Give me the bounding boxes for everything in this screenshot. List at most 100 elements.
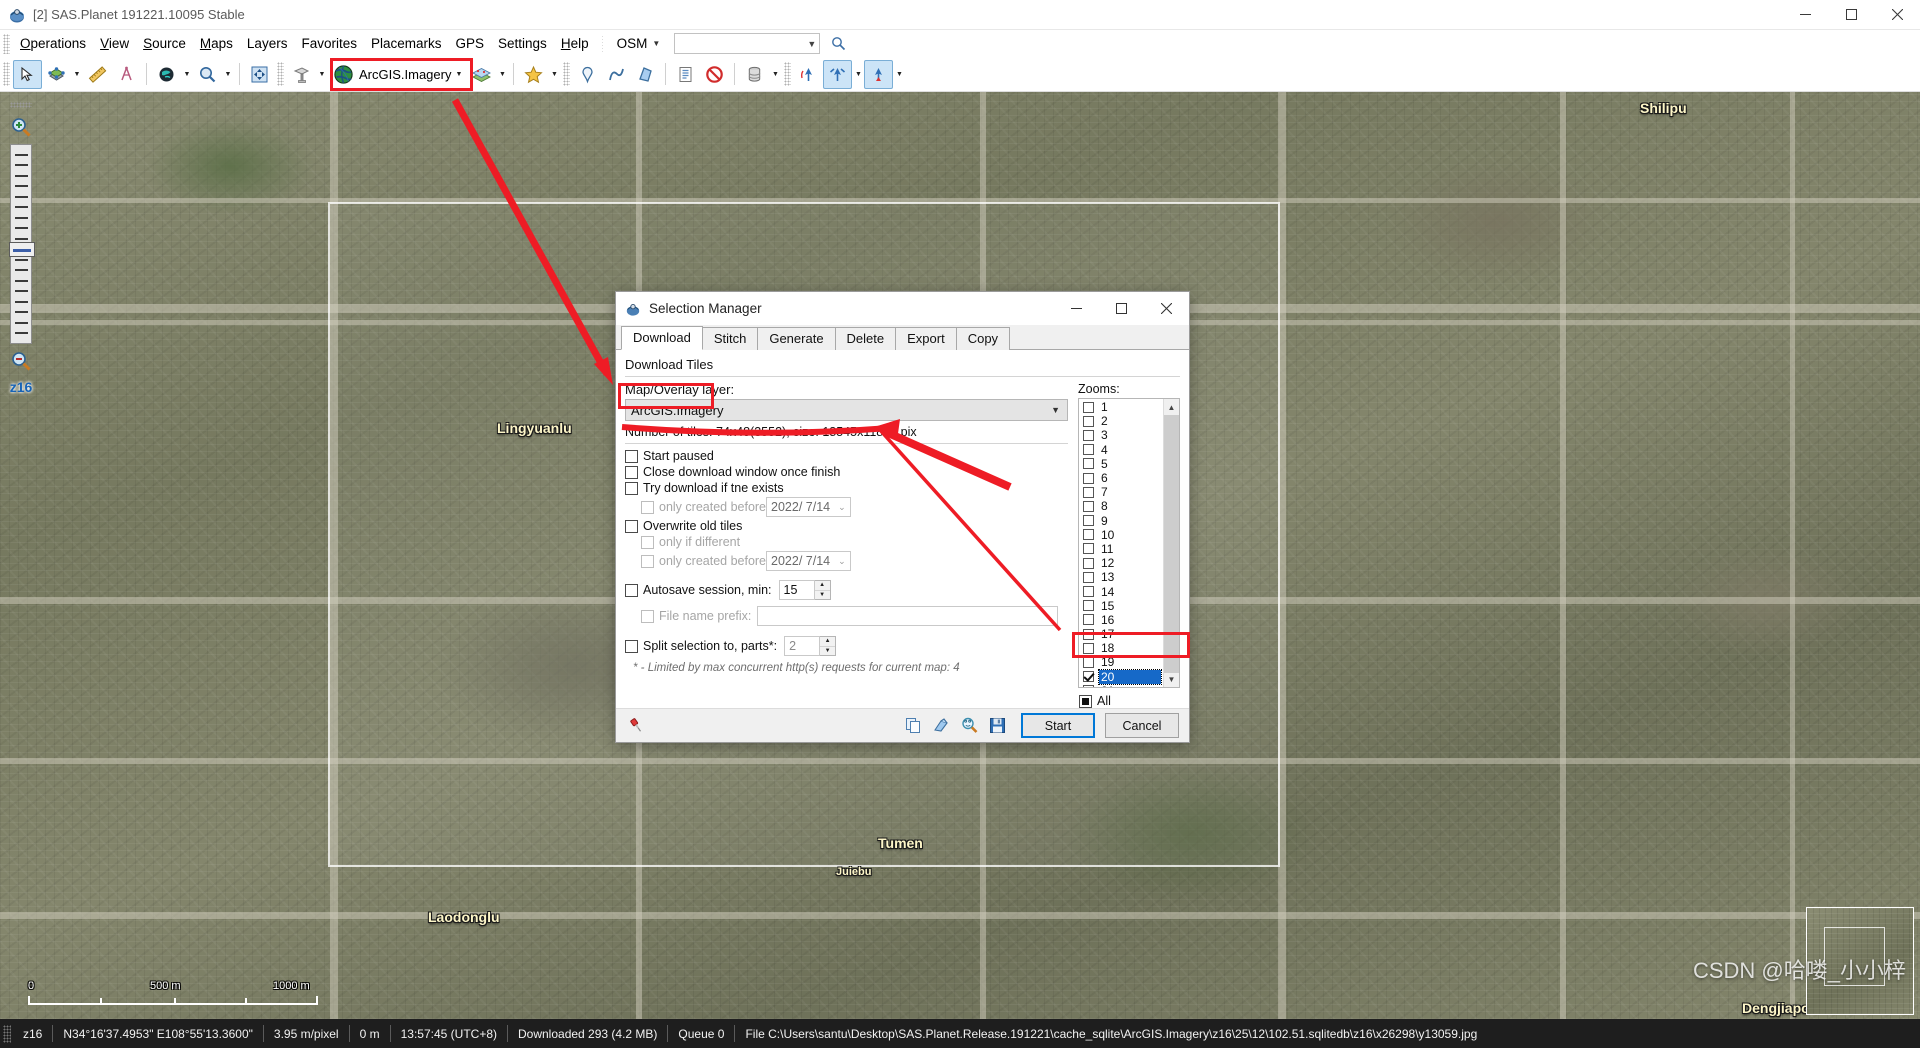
select-all-zooms[interactable]: All (1078, 694, 1180, 708)
checkbox[interactable] (625, 449, 638, 463)
star-dropdown[interactable]: ▼ (548, 60, 560, 89)
dialog-minimize-icon[interactable] (1054, 292, 1099, 325)
zoom-item-13[interactable]: 13 (1081, 570, 1163, 584)
tab-export[interactable]: Export (895, 327, 957, 350)
checkbox[interactable] (641, 500, 654, 514)
checkbox[interactable] (1083, 628, 1094, 640)
checkbox[interactable] (1083, 444, 1094, 456)
antenna-icon[interactable] (794, 60, 823, 89)
path-icon[interactable] (602, 60, 631, 89)
checkbox[interactable] (625, 519, 638, 533)
checkbox[interactable] (641, 609, 654, 623)
layers-icon[interactable] (467, 60, 496, 89)
menu-view[interactable]: View (93, 33, 136, 54)
menubar-grip[interactable] (3, 33, 10, 54)
zoom-item-19[interactable]: 19 (1081, 655, 1163, 669)
cursor-arrow-icon[interactable] (13, 59, 42, 89)
zoom-item-2[interactable]: 2 (1081, 414, 1163, 428)
source-selector[interactable]: OSM ▼ (613, 34, 665, 53)
select-polygon-dropdown[interactable]: ▼ (71, 60, 83, 89)
stepper-up-icon[interactable]: ▲ (814, 581, 830, 591)
checkbox[interactable] (1083, 600, 1094, 612)
database-icon[interactable] (740, 60, 769, 89)
map-layer-button[interactable]: ArcGIS.Imagery ▼ (328, 60, 467, 89)
checkbox[interactable] (1083, 685, 1094, 687)
checkbox[interactable] (1083, 415, 1094, 427)
tab-stitch[interactable]: Stitch (701, 327, 759, 350)
database-dropdown[interactable]: ▼ (769, 60, 781, 89)
option-file-name-prefix[interactable]: File name prefix: (625, 606, 1068, 626)
minimize-icon[interactable] (1782, 0, 1828, 30)
menu-settings[interactable]: Settings (491, 33, 554, 54)
magnifier-icon[interactable] (193, 60, 222, 89)
checkbox[interactable] (1083, 515, 1094, 527)
close-icon[interactable] (1874, 0, 1920, 30)
zoom-selection-icon[interactable] (957, 714, 981, 738)
split-parts-input[interactable]: 2 (784, 636, 821, 656)
checkbox[interactable] (1083, 586, 1094, 598)
menu-maps[interactable]: Maps (193, 33, 240, 54)
layers-dropdown[interactable]: ▼ (496, 60, 508, 89)
globe-dropdown[interactable]: ▼ (181, 60, 193, 89)
checkbox[interactable] (625, 583, 638, 597)
checkbox[interactable] (1083, 500, 1094, 512)
checkbox[interactable] (1083, 472, 1094, 484)
start-button[interactable]: Start (1021, 713, 1095, 738)
checkbox[interactable] (1083, 529, 1094, 541)
zoom-item-18[interactable]: 18 (1081, 641, 1163, 655)
option-autosave-session[interactable]: Autosave session, min: 15 ▲ ▼ (625, 580, 1068, 600)
date-picker-created-before-1[interactable]: 2022/ 7/14 ⌄ (766, 497, 851, 517)
compass-icon[interactable] (112, 60, 141, 89)
globe-icon[interactable] (152, 60, 181, 89)
checkbox[interactable] (1079, 694, 1092, 708)
toolbar-grip[interactable] (3, 62, 10, 86)
zoom-item-6[interactable]: 6 (1081, 471, 1163, 485)
zoom-item-10[interactable]: 10 (1081, 528, 1163, 542)
maximize-icon[interactable] (1828, 0, 1874, 30)
stepper-up-icon[interactable]: ▲ (820, 637, 836, 647)
menu-source[interactable]: Source (136, 33, 193, 54)
zoom-item-15[interactable]: 15 (1081, 599, 1163, 613)
star-icon[interactable] (519, 60, 548, 89)
checkbox[interactable] (625, 481, 638, 495)
option-split-selection[interactable]: Split selection to, parts*: 2 ▲ ▼ (625, 636, 1068, 656)
checkbox[interactable] (641, 535, 654, 549)
zoom-item-3[interactable]: 3 (1081, 428, 1163, 442)
tab-copy[interactable]: Copy (955, 327, 1011, 350)
zoom-item-21[interactable]: 21 (1081, 684, 1163, 687)
tab-delete[interactable]: Delete (834, 327, 897, 350)
zoom-item-20[interactable]: 20 (1081, 668, 1163, 685)
toolbar-grip[interactable] (784, 62, 792, 86)
option-only-if-different[interactable]: only if different (625, 535, 1068, 549)
save-icon[interactable] (985, 714, 1009, 738)
menu-placemarks[interactable]: Placemarks (364, 33, 449, 54)
cancel-button[interactable]: Cancel (1105, 713, 1179, 738)
split-stepper[interactable]: ▲ ▼ (820, 636, 837, 656)
option-only-created-before-2[interactable]: only created before 2022/ 7/14 ⌄ (625, 551, 1068, 571)
tab-download[interactable]: Download (621, 326, 703, 350)
zoom-slider-track[interactable] (9, 144, 35, 344)
calibrate-dropdown[interactable]: ▼ (852, 60, 864, 89)
zoom-out-icon[interactable] (6, 347, 36, 375)
menu-operations[interactable]: Operations (13, 33, 93, 54)
autosave-minutes-input[interactable]: 15 (778, 580, 815, 600)
scrollbar-thumb[interactable] (1163, 415, 1179, 673)
paste-icon[interactable] (929, 714, 953, 738)
no-entry-icon[interactable] (700, 60, 729, 89)
menu-gps[interactable]: GPS (449, 33, 492, 54)
zoom-in-icon[interactable] (6, 113, 36, 141)
checkbox[interactable] (1083, 429, 1094, 441)
menu-favorites[interactable]: Favorites (294, 33, 364, 54)
option-close-window-once-finish[interactable]: Close download window once finish (625, 465, 1068, 479)
zoom-item-5[interactable]: 5 (1081, 457, 1163, 471)
fullscreen-icon[interactable] (245, 60, 274, 89)
zoom-item-9[interactable]: 9 (1081, 514, 1163, 528)
search-input[interactable]: ▼ (674, 33, 821, 54)
stepper-down-icon[interactable]: ▼ (820, 647, 835, 656)
legend-icon[interactable] (671, 60, 700, 89)
zoom-item-1[interactable]: 1 (1081, 400, 1163, 414)
option-start-paused[interactable]: Start paused (625, 449, 1068, 463)
marker-icon[interactable] (573, 60, 602, 89)
checkbox[interactable] (1083, 571, 1094, 583)
ruler-icon[interactable] (83, 60, 112, 89)
